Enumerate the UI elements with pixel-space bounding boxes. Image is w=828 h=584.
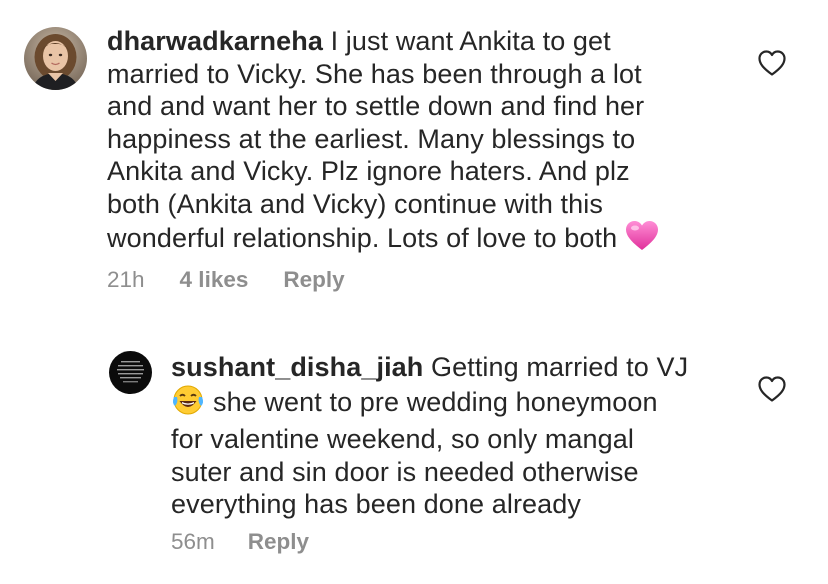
avatar[interactable] — [109, 351, 152, 394]
reply-button[interactable]: Reply — [248, 529, 309, 555]
laughing-tears-emoji-icon — [171, 384, 205, 424]
comment-body-segment: she went to pre wedding honeymoon — [213, 386, 658, 417]
comment-line-5: Ankita and Vicky. Plz ignore haters. And… — [107, 156, 630, 186]
pink-heart-emoji-icon — [625, 220, 659, 260]
comment-line-3: and and want her to settle down and find… — [107, 91, 645, 121]
comment-meta: 21h 4 likes Reply — [107, 267, 345, 293]
heart-outline-icon — [758, 376, 786, 402]
comment-meta: 56m Reply — [171, 529, 309, 555]
comment-line-1: dharwadkarneha I just want Ankita to get — [107, 25, 727, 58]
comment-text: dharwadkarneha I just want Ankita to get… — [107, 25, 727, 260]
text-avatar-icon — [109, 351, 152, 394]
comment-timestamp: 56m — [171, 529, 215, 554]
comment-body-segment: I just want Ankita to get — [330, 26, 611, 56]
comment-body-segment: wonderful relationship. Lots of love to … — [107, 222, 618, 253]
comment-2: sushant_disha_jiah Getting married to VJ… — [0, 330, 828, 584]
like-comment-button[interactable] — [757, 49, 787, 77]
avatar[interactable] — [24, 27, 87, 90]
comment-body-segment: Getting married to VJ — [431, 352, 689, 382]
comment-line-3: for valentine weekend, so only mangal — [171, 424, 634, 454]
comment-line-6: both (Ankita and Vicky) continue with th… — [107, 188, 603, 219]
comment-line-4: suter and sin door is needed otherwise — [171, 456, 639, 487]
comment-text: sushant_disha_jiah Getting married to VJ… — [171, 351, 731, 521]
comment-1: dharwadkarneha I just want Ankita to get… — [0, 0, 828, 300]
comment-username[interactable]: sushant_disha_jiah — [171, 352, 423, 382]
comment-line-7: wonderful relationship. Lots of love to … — [107, 220, 727, 260]
comment-line-2: she went to pre wedding honeymoon — [171, 384, 731, 424]
heart-outline-icon — [758, 50, 786, 76]
like-comment-button[interactable] — [757, 375, 787, 403]
comment-line-1: sushant_disha_jiah Getting married to VJ — [171, 351, 731, 384]
reply-button[interactable]: Reply — [283, 267, 344, 293]
comment-username[interactable]: dharwadkarneha — [107, 26, 323, 56]
user-avatar-icon — [24, 27, 87, 90]
comment-line-4: happiness at the earliest. Many blessing… — [107, 123, 636, 154]
comment-timestamp: 21h — [107, 267, 145, 292]
comment-line-5: everything has been done already — [171, 489, 581, 519]
comment-line-2: married to Vicky. She has been through a… — [107, 58, 642, 89]
likes-count[interactable]: 4 likes — [180, 267, 249, 293]
